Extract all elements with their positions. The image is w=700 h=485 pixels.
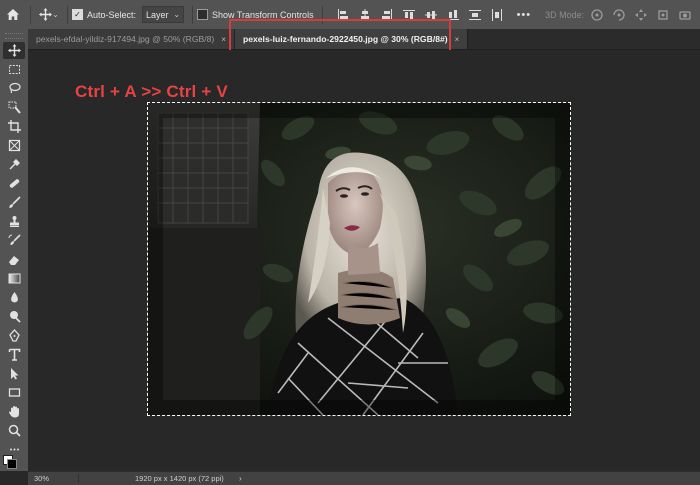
pen-icon[interactable]: [3, 327, 25, 344]
slide-3d-icon[interactable]: [656, 8, 670, 22]
tab-label: pexels-efdal-yildiz-917494.jpg @ 50% (RG…: [36, 34, 215, 44]
zoom-level[interactable]: 30%: [28, 474, 79, 483]
divider: [30, 5, 31, 24]
lasso-icon[interactable]: [3, 80, 25, 97]
show-transform-controls-label: Show Transform Controls: [212, 9, 314, 20]
status-menu-arrow-icon[interactable]: ›: [239, 474, 242, 483]
more-options-button[interactable]: •••: [517, 9, 532, 21]
type-icon[interactable]: [3, 346, 25, 363]
blur-icon[interactable]: [3, 289, 25, 306]
auto-select-label: Auto-Select:: [87, 9, 137, 20]
move-tool-icon[interactable]: [3, 42, 25, 59]
dodge-icon[interactable]: [3, 308, 25, 325]
hand-icon[interactable]: [3, 403, 25, 420]
history-brush-icon[interactable]: [3, 232, 25, 249]
home-icon[interactable]: [0, 0, 26, 29]
clone-stamp-icon[interactable]: [3, 213, 25, 230]
auto-select-checkbox[interactable]: ✓: [72, 9, 83, 20]
foreground-background-colors[interactable]: [3, 455, 25, 469]
chevron-down-icon: ⌄: [52, 10, 59, 19]
eyedropper-icon[interactable]: [3, 156, 25, 173]
status-bar: 30% 1920 px x 1420 px (72 ppi) ›: [28, 471, 700, 485]
crop-icon[interactable]: [3, 118, 25, 135]
close-icon[interactable]: ×: [455, 35, 460, 44]
show-transform-controls-checkbox[interactable]: [197, 9, 209, 20]
document-photo-selection[interactable]: [147, 102, 571, 416]
orbit-3d-icon[interactable]: [590, 8, 604, 22]
3d-mode-label: 3D Mode:: [545, 9, 585, 20]
portrait-photo: [148, 103, 570, 415]
roll-3d-icon[interactable]: [612, 8, 626, 22]
background-color-swatch[interactable]: [7, 459, 17, 469]
path-selection-icon[interactable]: [3, 365, 25, 382]
move-icon: [39, 8, 53, 21]
distribute-vertical-icon[interactable]: [491, 8, 503, 21]
distribute-icon[interactable]: [468, 9, 481, 21]
healing-brush-icon[interactable]: [3, 175, 25, 192]
3d-mode-buttons: [590, 8, 692, 22]
scale-3d-icon[interactable]: [678, 8, 692, 22]
rectangle-shape-icon[interactable]: [3, 384, 25, 401]
close-icon[interactable]: ×: [221, 35, 226, 44]
quick-selection-icon[interactable]: [3, 99, 25, 116]
gradient-icon[interactable]: [3, 270, 25, 287]
brush-icon[interactable]: [3, 194, 25, 211]
document-dimensions: 1920 px x 1420 px (72 ppi): [135, 474, 224, 483]
move-tool-preset-button[interactable]: ⌄: [35, 5, 63, 25]
auto-select-target-value: Layer: [146, 9, 169, 20]
rectangular-marquee-icon[interactable]: [3, 61, 25, 78]
frame-icon[interactable]: [3, 137, 25, 154]
auto-select-target-dropdown[interactable]: Layer ⌄: [142, 6, 185, 23]
tools-panel: [0, 29, 29, 471]
zoom-icon[interactable]: [3, 422, 25, 439]
chevron-down-icon: ⌄: [173, 10, 181, 19]
annotation-text: Ctrl + A >> Ctrl + V: [75, 82, 228, 101]
toolbar-grip[interactable]: [5, 33, 23, 39]
eraser-icon[interactable]: [3, 251, 25, 268]
tab-pexels-efdal-yildiz[interactable]: pexels-efdal-yildiz-917494.jpg @ 50% (RG…: [28, 29, 235, 49]
pan-3d-icon[interactable]: [634, 8, 648, 22]
divider: [67, 5, 68, 24]
divider: [192, 5, 194, 24]
